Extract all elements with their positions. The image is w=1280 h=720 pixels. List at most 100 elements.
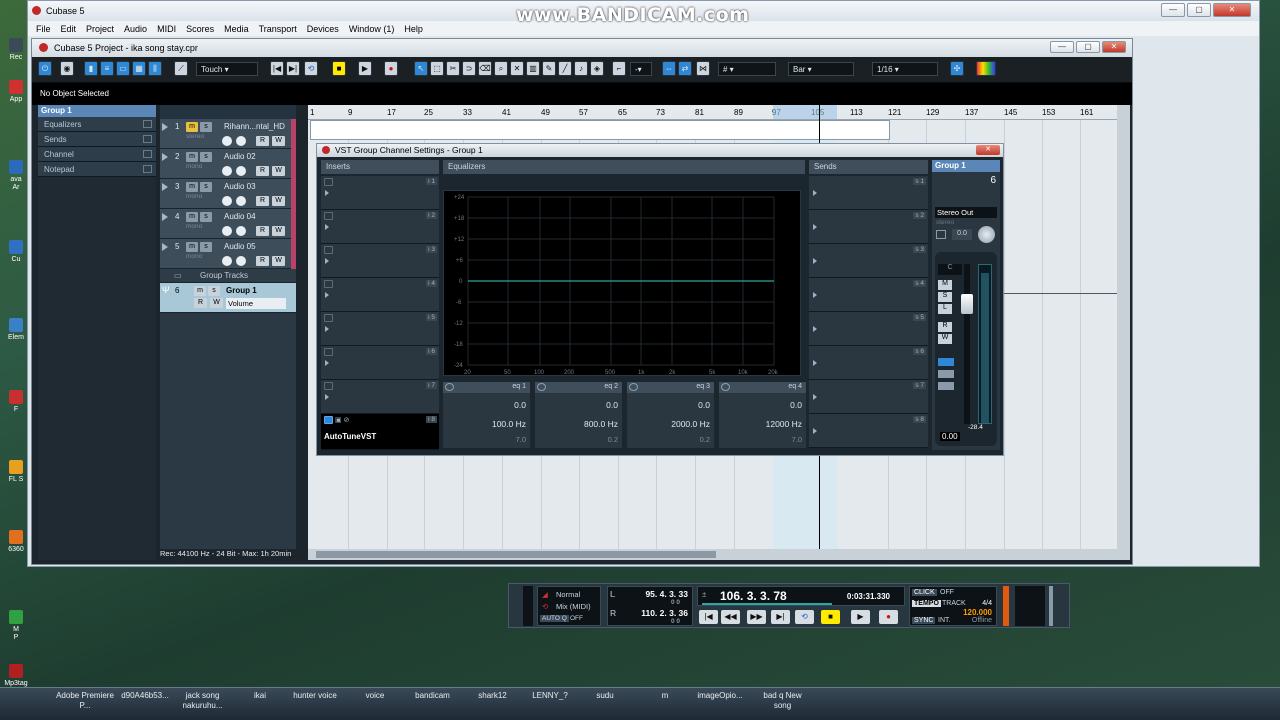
project-title-bar[interactable]: Cubase 5 Project - ika song stay.cpr — ▢… <box>32 39 1132 57</box>
track-row[interactable]: 5 m s Audio 05 mono R W <box>160 239 296 269</box>
record-enable-knob[interactable] <box>236 136 246 146</box>
menu-edit[interactable]: Edit <box>56 24 82 34</box>
show-overview-button[interactable]: ▭ <box>116 61 130 76</box>
menu-scores[interactable]: Scores <box>181 24 219 34</box>
taskbar-item[interactable]: jack song nakuruhu... <box>175 691 230 711</box>
eq-gain-value[interactable]: 0.0 <box>606 400 618 410</box>
play-tool[interactable]: ♪ <box>574 61 588 76</box>
read-automation-button[interactable]: R <box>256 226 269 236</box>
sends-header[interactable]: Sends <box>809 160 928 174</box>
power-icon[interactable] <box>324 280 333 288</box>
eq-freq-value[interactable]: 800.0 Hz <box>584 419 618 429</box>
transport-rewind-button[interactable]: ◀◀ <box>721 610 740 624</box>
eq-q-value[interactable]: 7.0 <box>516 435 526 444</box>
taskbar-item[interactable]: m <box>650 691 680 701</box>
activate-project-button[interactable]: ⏻ <box>38 61 52 76</box>
desktop-icon-rec[interactable]: Rec <box>4 38 28 62</box>
input-gain-knob[interactable] <box>978 226 995 243</box>
automation-parameter-select[interactable]: Volume <box>226 298 286 309</box>
automation-mode-icon[interactable]: ⟋ <box>174 61 188 76</box>
strip-read-button[interactable]: R <box>938 322 952 332</box>
eq-gain-value[interactable]: 0.0 <box>514 400 526 410</box>
desktop-icon-m[interactable]: MP <box>4 610 28 642</box>
transport-stop-button[interactable]: ■ <box>821 610 840 624</box>
menu-audio[interactable]: Audio <box>119 24 152 34</box>
taskbar-item[interactable]: LENNY_? <box>525 691 575 701</box>
position-nudge-icon[interactable]: ± <box>702 590 706 599</box>
eq-freq-value[interactable]: 2000.0 Hz <box>671 419 710 429</box>
object-selection-tool[interactable]: ↖ <box>414 61 428 76</box>
track-row[interactable]: 3 m s Audio 03 mono R W <box>160 179 296 209</box>
right-locator-value[interactable]: 110. 2. 3. 36 <box>641 608 688 618</box>
mute-button[interactable]: m <box>194 286 206 296</box>
transport-play-button[interactable]: ▶ <box>851 610 870 624</box>
read-automation-button[interactable]: R <box>256 136 269 146</box>
send-slot[interactable]: s 4 <box>809 278 928 312</box>
taskbar-item[interactable]: bad q New song <box>755 691 810 711</box>
inspector-header[interactable]: Group 1 <box>38 105 156 117</box>
taskbar-item[interactable]: shark12 <box>470 691 515 701</box>
cycle-button[interactable]: ⟲ <box>304 61 318 76</box>
record-enable-knob[interactable] <box>236 196 246 206</box>
primary-time-display[interactable]: 106. 3. 3. 78 <box>720 589 787 603</box>
folder-track[interactable]: ▭ Group Tracks <box>160 269 296 283</box>
power-icon[interactable] <box>324 314 333 322</box>
inspector-equalizers[interactable]: Equalizers <box>38 117 156 132</box>
eq-gain-value[interactable]: 0.0 <box>698 400 710 410</box>
send-slot[interactable]: s 7 <box>809 380 928 414</box>
cycle-record-mode-select[interactable]: Mix (MIDI) <box>556 602 591 611</box>
desktop-icon-elem[interactable]: Elem <box>4 318 28 342</box>
open-pool-button[interactable]: ▦ <box>132 61 146 76</box>
expand-icon[interactable] <box>162 213 168 221</box>
tempo-button[interactable]: TEMPO <box>912 600 941 607</box>
snap-to-zero-button[interactable]: ⇔ <box>662 61 676 76</box>
solo-button[interactable]: s <box>208 286 220 296</box>
show-infoline-button[interactable]: ≡ <box>100 61 114 76</box>
output-routing-select[interactable]: Stereo Out <box>935 207 997 218</box>
taskbar-item[interactable]: bandicam <box>405 691 460 701</box>
record-enable-knob[interactable] <box>236 166 246 176</box>
solo-button[interactable]: s <box>200 152 212 162</box>
eq-band-3[interactable]: eq 3 0.0 2000.0 Hz 0.2 <box>627 382 714 448</box>
send-slot[interactable]: s 6 <box>809 346 928 380</box>
mute-button[interactable]: m <box>186 152 198 162</box>
power-icon[interactable] <box>324 416 333 424</box>
eq-band-1[interactable]: eq 1 0.0 100.0 Hz 7.0 <box>443 382 530 448</box>
vertical-scrollbar[interactable] <box>1117 105 1130 560</box>
zoom-tool[interactable]: ⌕ <box>494 61 508 76</box>
solo-button[interactable]: s <box>200 182 212 192</box>
secondary-time-display[interactable]: 0:03:31.330 <box>847 592 890 601</box>
transport-record-button[interactable]: ● <box>879 610 898 624</box>
mute-button[interactable]: m <box>186 182 198 192</box>
transport-go-start-button[interactable]: |◀ <box>699 610 718 624</box>
eq-curve-display[interactable]: +24 +18 +12 +6 0 -6 -12 -18 -24 20 50 10… <box>443 190 801 376</box>
pan-value[interactable]: C <box>938 264 962 275</box>
eq-band-power-icon[interactable] <box>445 383 454 391</box>
read-automation-button[interactable]: R <box>256 166 269 176</box>
glue-tool[interactable]: ⊃ <box>462 61 476 76</box>
taskbar-item[interactable]: ikai <box>240 691 280 701</box>
read-automation-button[interactable]: R <box>194 298 207 308</box>
desktop-icon-mp3tag[interactable]: Mp3tag <box>4 664 28 688</box>
track-name[interactable]: Rihann...ntal_HD <box>224 122 285 131</box>
range-selection-tool[interactable]: ⬚ <box>430 61 444 76</box>
expand-icon[interactable] <box>162 153 168 161</box>
volume-fader-handle[interactable] <box>961 294 973 314</box>
input-transformer-icon[interactable] <box>936 230 946 239</box>
snap-value-select[interactable]: -▾ <box>630 62 652 76</box>
snap-on-off-button[interactable]: ⇄ <box>678 61 692 76</box>
eq-band-power-icon[interactable] <box>721 383 730 391</box>
insert-slot[interactable]: i 6 <box>321 346 439 380</box>
iterative-quantize-button[interactable]: ✣ <box>950 61 964 76</box>
color-palette-button[interactable] <box>976 61 996 76</box>
stop-button[interactable]: ■ <box>332 61 346 76</box>
record-enable-knob[interactable] <box>236 226 246 236</box>
write-automation-button[interactable]: W <box>272 136 285 146</box>
write-automation-button[interactable]: W <box>272 226 285 236</box>
project-close-button[interactable]: ✕ <box>1102 41 1126 53</box>
eq-band-power-icon[interactable] <box>629 383 638 391</box>
write-automation-button[interactable]: W <box>272 256 285 266</box>
inserts-header[interactable]: Inserts <box>321 160 439 174</box>
automation-mode-select[interactable]: Touch ▾ <box>196 62 258 76</box>
solo-button[interactable]: s <box>200 242 212 252</box>
